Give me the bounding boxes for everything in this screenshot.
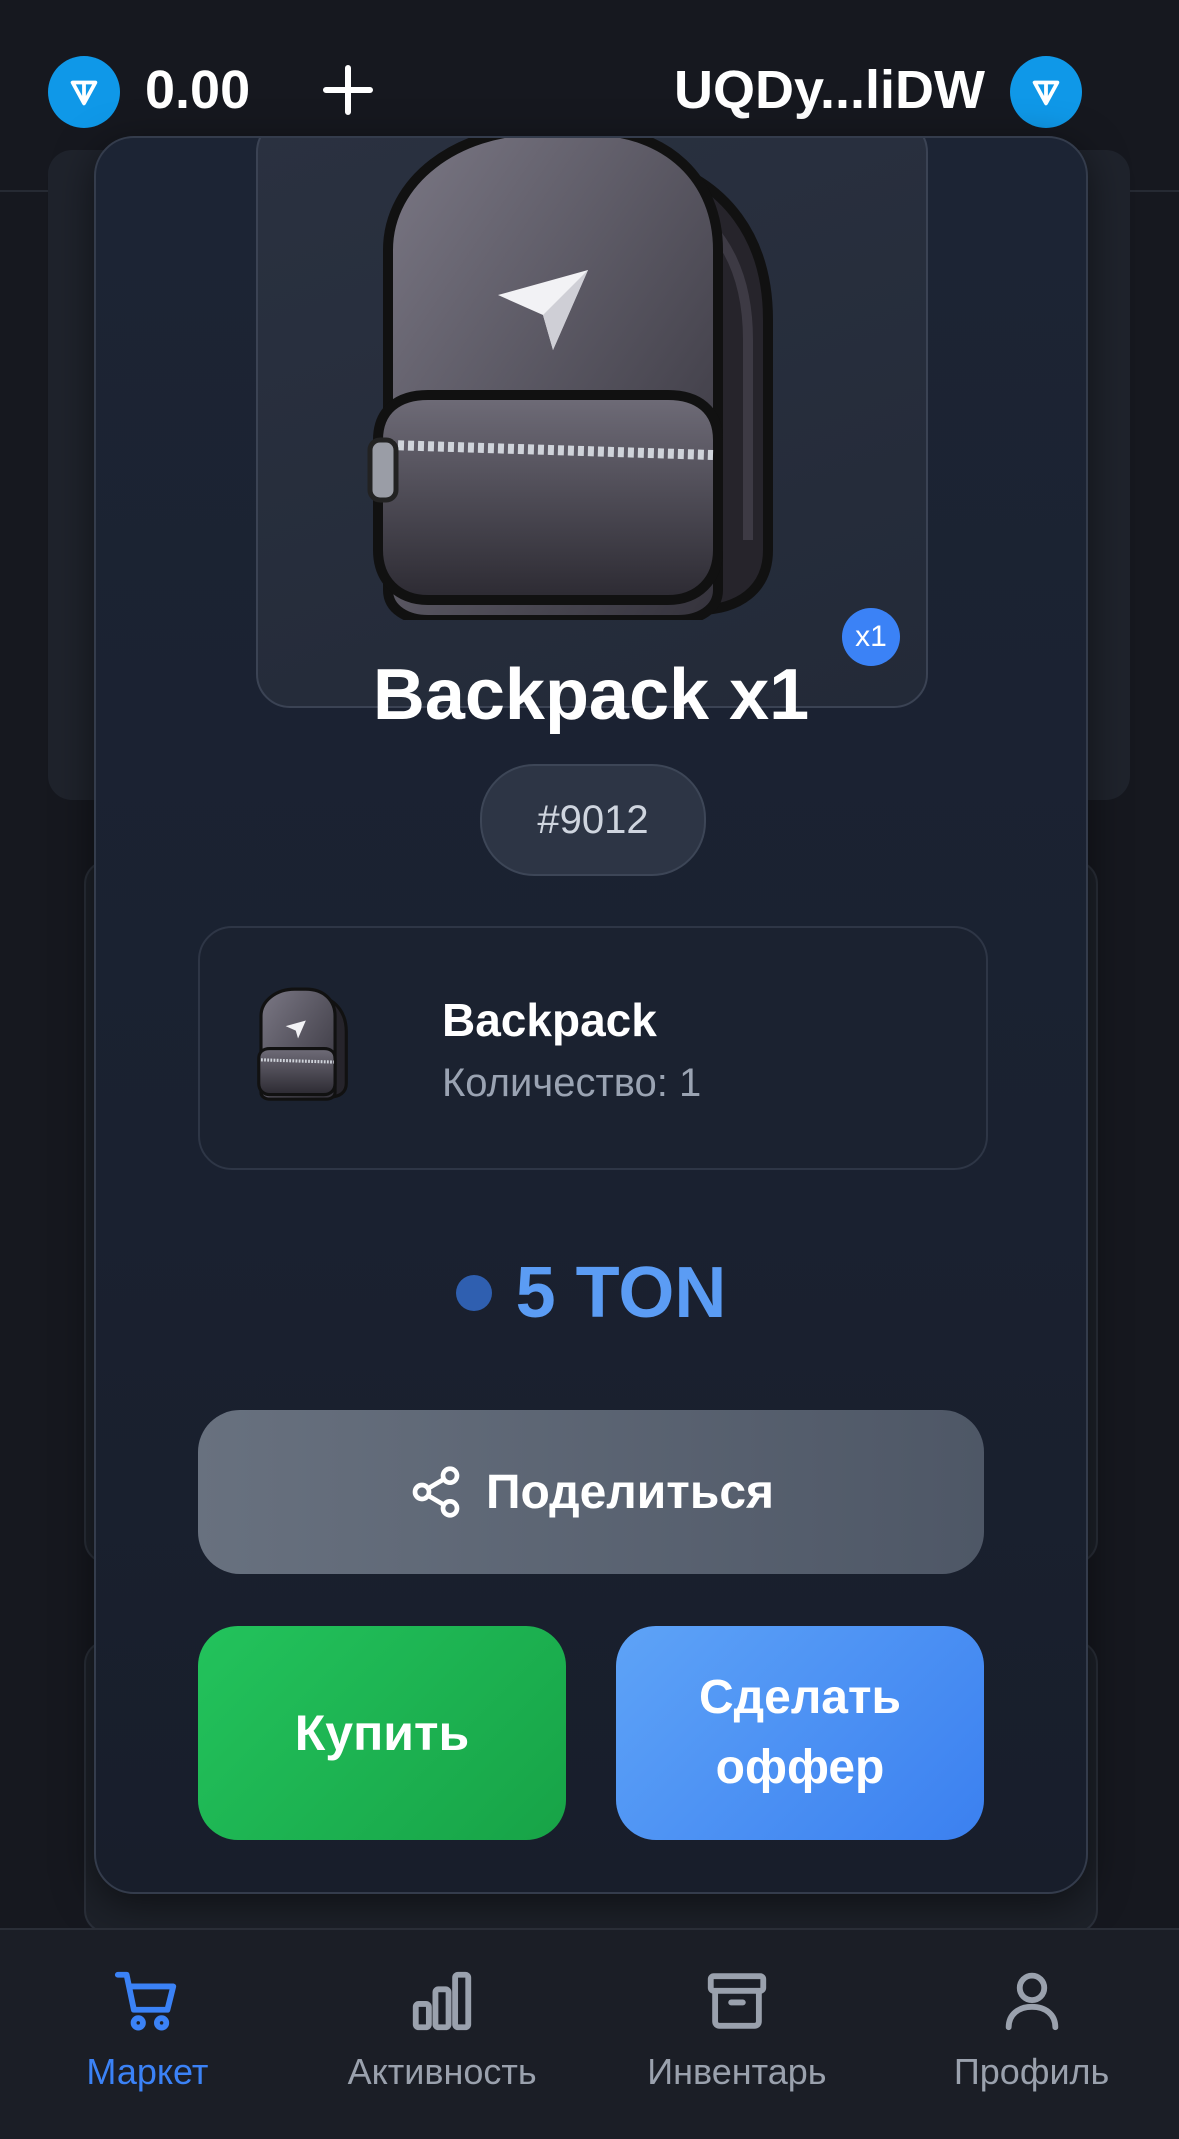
nav-item-profile[interactable]: Профиль [884,1930,1179,2139]
buy-button[interactable]: Купить [198,1626,566,1840]
nav-item-inventory[interactable]: Инвентарь [590,1930,885,2139]
nav-item-market[interactable]: Маркет [0,1930,295,2139]
share-icon [412,1466,460,1518]
wallet-ton-icon[interactable] [1010,56,1082,128]
item-image-card: x1 [256,138,928,708]
item-price: 5 TON [515,1253,727,1333]
nav-label: Инвентарь [647,2051,827,2092]
item-quantity: Количество: 1 [442,1061,702,1105]
nav-item-activity[interactable]: Активность [295,1930,590,2139]
item-detail-modal: x1 Backpack x1 #9012 Backpack Количество… [94,136,1088,1894]
nav-label: Активность [347,2051,537,2092]
backpack-image [367,138,773,620]
cart-icon [115,1971,177,2031]
share-button-label: Поделиться [485,1465,775,1519]
bottom-navigation: Маркет Активность Инвентарь Профиль [0,1928,1179,2139]
item-title: Backpack x1 [372,655,810,735]
bar-chart-icon [412,1971,472,2031]
archive-box-icon [707,1973,767,2029]
ton-dot-icon [455,1275,492,1311]
nav-label: Профиль [953,2051,1110,2092]
wallet-address[interactable]: UQDy...liDW [674,58,985,122]
item-name: Backpack [442,994,657,1046]
backpack-thumbnail [257,987,348,1101]
item-id-badge: #9012 [480,764,706,876]
balance-amount: 0.00 [145,60,251,120]
make-offer-button[interactable]: Сделать оффер [616,1626,984,1840]
share-button[interactable]: Поделиться [198,1410,984,1574]
add-funds-button[interactable] [318,60,378,120]
price-row: 5 TON [96,1250,1086,1336]
nav-label: Маркет [86,2051,209,2092]
user-icon [1005,1972,1058,2031]
item-info-card: Backpack Количество: 1 [198,926,988,1170]
ton-logo-icon [48,56,120,128]
